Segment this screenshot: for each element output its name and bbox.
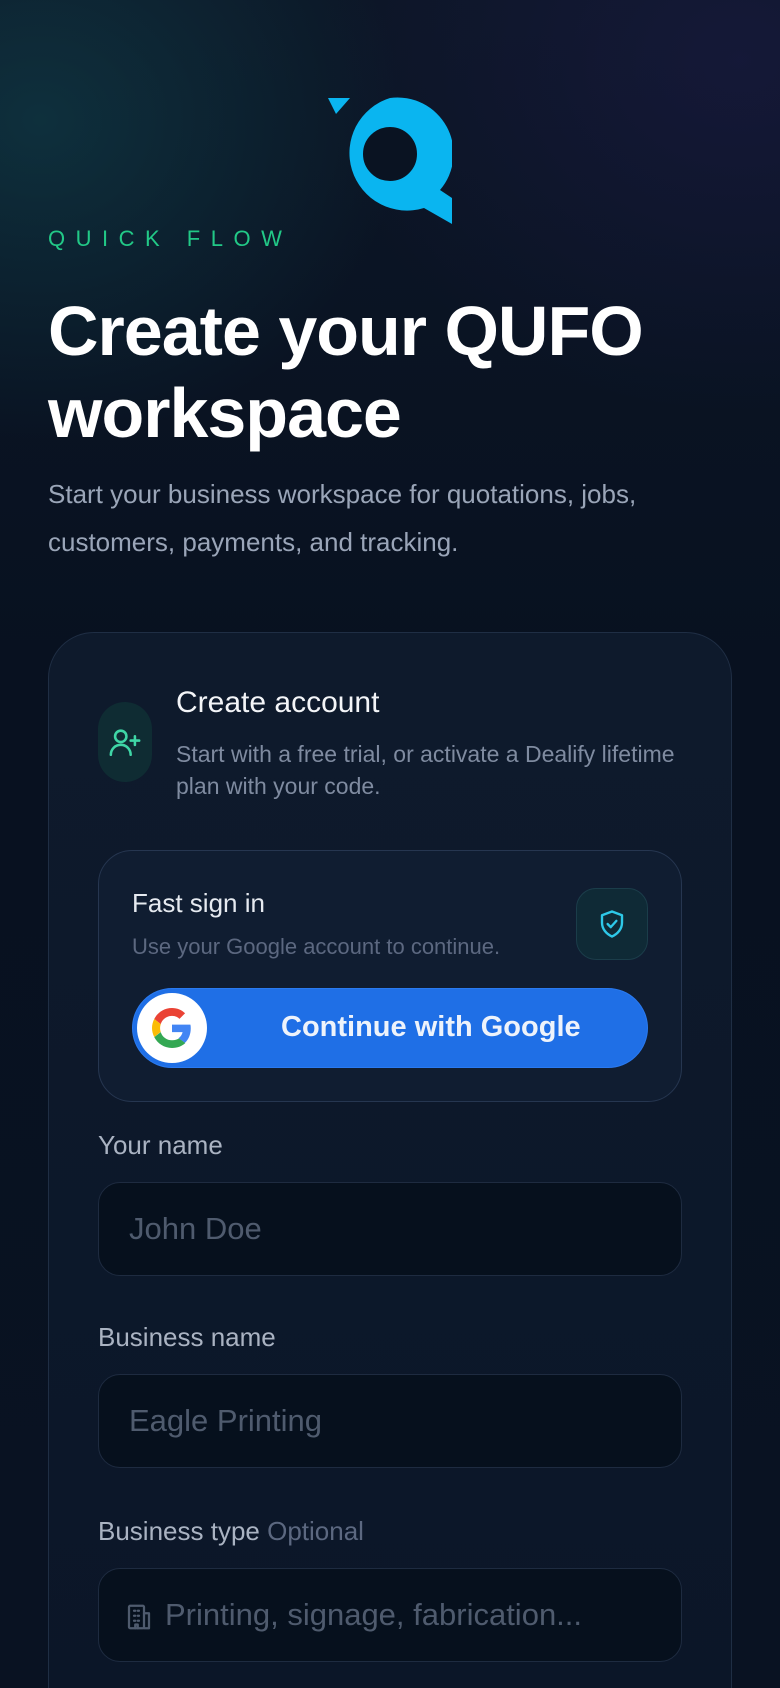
your-name-label: Your name [98,1130,223,1160]
page-subtitle: Start your business workspace for quotat… [48,479,637,557]
continue-with-google-button[interactable]: Continue with Google [132,988,648,1068]
optional-tag: Optional [267,1516,364,1546]
create-account-title: Create account [176,686,380,719]
business-type-input[interactable] [98,1568,682,1662]
your-name-input[interactable] [98,1182,682,1276]
google-logo-icon [137,993,207,1063]
signup-page: QUICK FLOW Create your QUFO workspace St… [0,0,780,1688]
fast-sign-in-title: Fast sign in [132,888,265,918]
create-account-subtitle: Start with a free trial, or activate a D… [176,741,675,799]
fast-sign-in-subtitle: Use your Google account to continue. [132,934,501,959]
shield-check-icon [576,888,648,960]
business-type-label-text: Business type [98,1516,260,1546]
business-name-input[interactable] [98,1374,682,1468]
google-button-label: Continue with Google [281,1011,581,1043]
business-type-label: Business type Optional [98,1516,364,1547]
brand-eyebrow: QUICK FLOW [48,226,293,251]
business-name-label: Business name [98,1322,276,1352]
user-plus-icon [98,702,152,782]
page-title: Create your QUFO workspace [48,292,644,452]
qufo-logo [328,97,452,224]
building-icon [127,1604,151,1630]
